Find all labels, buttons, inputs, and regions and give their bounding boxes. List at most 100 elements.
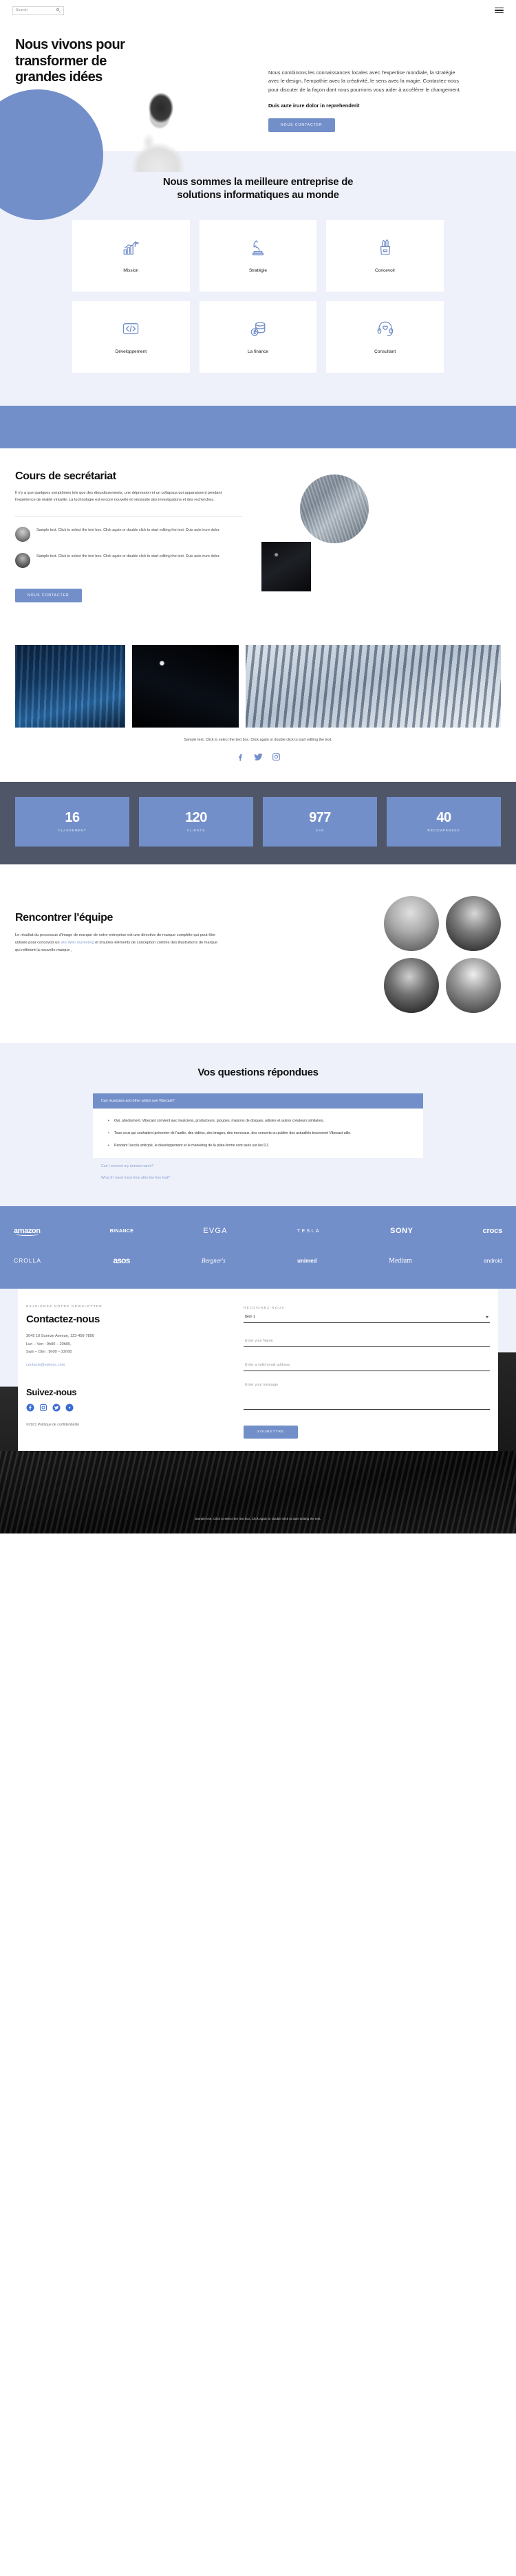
- facebook-icon[interactable]: [236, 752, 245, 761]
- gallery-image-3[interactable]: [246, 644, 501, 728]
- evga-logo: EVGA: [203, 1227, 228, 1236]
- search-icon: [56, 8, 61, 13]
- growth-chart-flag-icon: [122, 239, 140, 260]
- team-section: Rencontrer l'équipe Le résultat du proce…: [0, 864, 516, 1043]
- faq-answer-bullet: Pendant l'accès anticipé, le développeme…: [108, 1142, 415, 1149]
- service-card-mission[interactable]: Mission: [72, 219, 190, 292]
- stat-value: 977: [309, 810, 331, 826]
- stats-section: 16 CLASSEMENT 120 CLIENTS 977 CAS 40 RÉC…: [0, 781, 516, 864]
- hamburger-menu-icon[interactable]: [495, 7, 504, 14]
- course-paragraph: Il n'y a que quelques symptômes tels que…: [15, 490, 222, 503]
- twitter-icon[interactable]: [52, 1404, 61, 1412]
- landing-page: Search Nous vivons pour transformer de g…: [0, 0, 516, 1534]
- service-card-consultant[interactable]: Consultant: [326, 301, 444, 373]
- headset-support-icon: [376, 320, 394, 341]
- faq-answer-panel: Oui, absolument. Vibecast convient aux m…: [93, 1108, 423, 1159]
- newsletter-eyebrow: REJOIGNEZ NOTRE NEWSLETTER: [26, 1305, 103, 1309]
- avatar: [15, 527, 30, 543]
- coins-stack-icon: [249, 320, 267, 341]
- footer-note: Sample text. Click to select the text bo…: [195, 1517, 321, 1521]
- service-card-finance[interactable]: La finance: [199, 301, 317, 373]
- binance-logo: BINANCE: [109, 1228, 134, 1234]
- team-member-photo[interactable]: [384, 957, 439, 1013]
- course-round-image: [300, 474, 369, 543]
- contact-email-link[interactable]: contacts@esbnyc.com: [26, 1363, 65, 1367]
- subject-select[interactable]: Item 1: [244, 1315, 490, 1324]
- course-contact-button[interactable]: NOUS CONTACTER: [15, 589, 82, 603]
- stat-card: 977 CAS: [263, 796, 377, 847]
- marketing-website-link[interactable]: site Web marketing: [61, 941, 94, 945]
- search-input[interactable]: Search: [12, 6, 64, 15]
- form-eyebrow: REJOIGNEZ-NOUS: [244, 1307, 285, 1311]
- android-logo: android: [484, 1257, 502, 1264]
- message-field[interactable]: [244, 1381, 490, 1410]
- stat-label: CAS: [315, 829, 325, 833]
- team-paragraph: Le résultat du processus d'image de marq…: [15, 932, 222, 954]
- service-card-concevoir[interactable]: Concevoir: [326, 219, 444, 292]
- page-title: Nous vivons pour transformer de grandes …: [15, 37, 125, 85]
- facebook-icon[interactable]: [26, 1404, 34, 1412]
- contact-address: 3045 10 Sunrize Avenue, 123-456-7890: [26, 1334, 94, 1339]
- instagram-icon[interactable]: [272, 752, 281, 761]
- brand-logos-section: amazon BINANCE EVGA TESLA SONY crocs CRO…: [0, 1206, 516, 1289]
- gallery-image-1[interactable]: [15, 644, 125, 728]
- pencil-cup-icon: [376, 239, 394, 260]
- hero-side-block: Nous combinons les connaissances locales…: [268, 69, 461, 133]
- testimonial-text: Sample text. Click to select the text bo…: [36, 528, 220, 533]
- hero-person-image: [103, 79, 213, 172]
- team-title: Rencontrer l'équipe: [15, 911, 114, 924]
- team-member-photo[interactable]: [446, 957, 501, 1013]
- gallery-image-2[interactable]: [132, 644, 239, 728]
- faq-open-question[interactable]: Can musicians and other artists use Vibe…: [93, 1093, 423, 1109]
- instagram-icon[interactable]: [39, 1404, 47, 1412]
- team-member-photo[interactable]: [446, 895, 501, 951]
- submit-button[interactable]: SOUMETTRE: [244, 1426, 299, 1439]
- stat-value: 120: [185, 810, 207, 826]
- testimonial-item: Sample text. Click to select the text bo…: [15, 527, 242, 543]
- tesla-logo: TESLA: [297, 1228, 321, 1234]
- service-card-developpement[interactable]: Développement: [72, 301, 190, 373]
- faq-collapsed-question[interactable]: Can I connect my domain name?: [93, 1158, 423, 1170]
- site-header: Search: [0, 0, 516, 21]
- service-card-label: Stratégie: [248, 268, 267, 273]
- stat-value: 40: [436, 810, 451, 826]
- stat-label: CLASSEMENT: [58, 829, 87, 833]
- course-section: Cours de secrétariat Il n'y a que quelqu…: [0, 448, 516, 641]
- stat-card: 16 CLASSEMENT: [15, 796, 129, 847]
- hero-bold-line: Duis aute irure dolor in reprehenderit: [268, 102, 360, 109]
- testimonial-text: Sample text. Click to select the text bo…: [36, 554, 220, 559]
- hero-section: Nous vivons pour transformer de grandes …: [0, 21, 516, 220]
- youtube-icon[interactable]: [65, 1404, 74, 1412]
- chess-knight-icon: [249, 239, 267, 260]
- avatar: [15, 553, 30, 569]
- search-placeholder-text: Search: [16, 8, 28, 12]
- hero-contact-button[interactable]: NOUS CONTACTER: [268, 118, 335, 133]
- service-card-strategie[interactable]: Stratégie: [199, 219, 317, 292]
- sony-logo: SONY: [390, 1227, 413, 1236]
- gallery-social-links: [15, 752, 501, 761]
- course-square-image: [261, 541, 311, 591]
- asos-logo: asos: [113, 1256, 130, 1266]
- copyright-text: ©2021 Politique de confidentialité: [26, 1422, 80, 1427]
- faq-collapsed-question[interactable]: What if I need more time after the free …: [93, 1170, 423, 1181]
- gallery-caption: Sample text. Click to select the text bo…: [184, 737, 332, 742]
- name-field[interactable]: [244, 1337, 490, 1348]
- bergners-logo: Bergner's: [202, 1257, 226, 1265]
- faq-title: Vos questions répondues: [197, 1066, 319, 1078]
- twitter-icon[interactable]: [253, 752, 263, 761]
- service-card-label: Consultant: [374, 349, 396, 354]
- gallery-section: Sample text. Click to select the text bo…: [0, 640, 516, 782]
- contact-hours-weekend: Sam – Dim : 9h00 – 22h00: [26, 1350, 72, 1355]
- blue-divider-band: [0, 405, 516, 448]
- brand-logo-row: amazon BINANCE EVGA TESLA SONY crocs: [14, 1227, 503, 1236]
- follow-us-title: Suivez-nous: [26, 1386, 77, 1397]
- amazon-logo: amazon: [14, 1227, 41, 1236]
- crocs-logo: crocs: [482, 1227, 503, 1236]
- faq-answer-bullet: Tous ceux qui souhaitent présenter de l'…: [108, 1130, 415, 1137]
- stat-card: 40 RÉCOMPENSES: [387, 796, 501, 847]
- contact-section: REJOIGNEZ NOTRE NEWSLETTER Contactez-nou…: [0, 1289, 516, 1534]
- team-member-photo[interactable]: [384, 895, 439, 951]
- hero-text-block: Nous vivons pour transformer de grandes …: [15, 37, 153, 86]
- faq-answer-bullet: Oui, absolument. Vibecast convient aux m…: [108, 1117, 415, 1124]
- email-field[interactable]: [244, 1361, 490, 1372]
